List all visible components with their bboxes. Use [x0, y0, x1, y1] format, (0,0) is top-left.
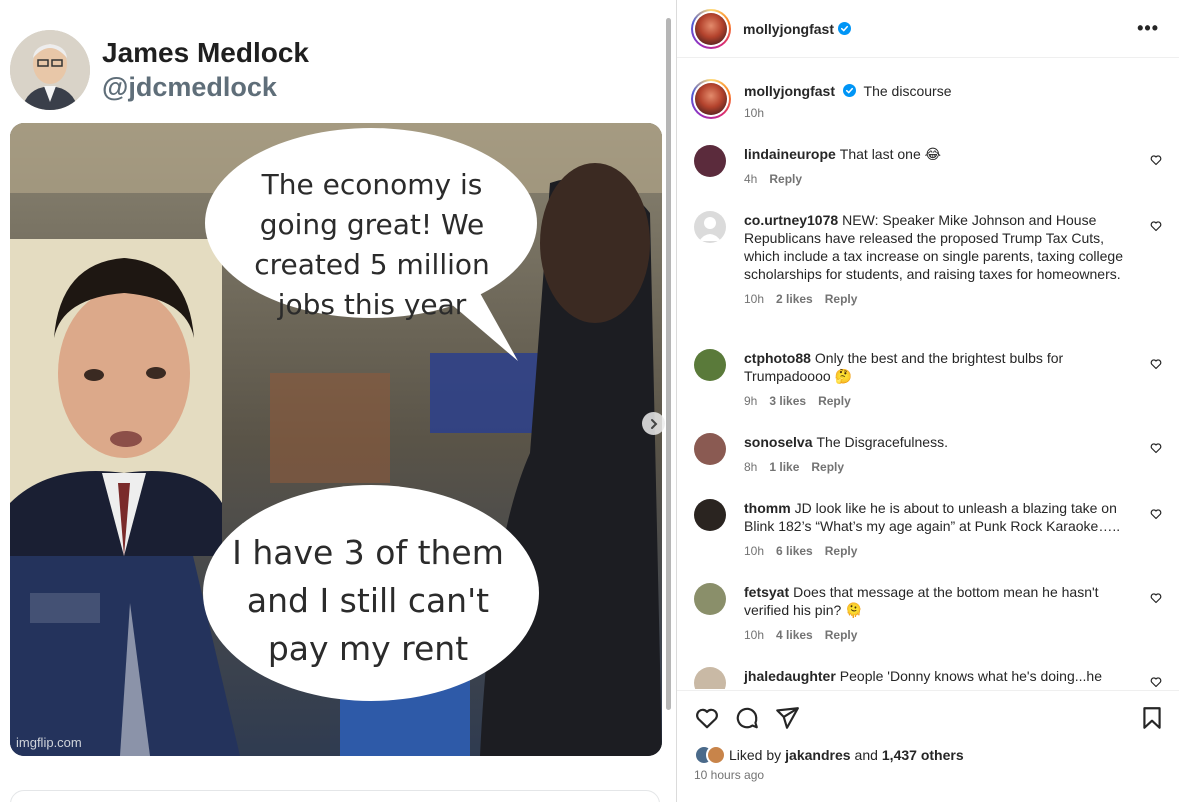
comment-likes[interactable]: 6 likes [776, 544, 813, 558]
comment-time: 8h [744, 460, 758, 474]
comments-list[interactable]: mollyjongfast The discourse 10h lindaine… [677, 59, 1179, 689]
comment-username[interactable]: lindaineurope [744, 146, 836, 162]
media-scrollbar[interactable] [666, 18, 671, 710]
comments-panel: mollyjongfast ••• mollyjongfast The disc… [676, 0, 1179, 802]
comment-time: 9h [744, 394, 758, 408]
comment-likes[interactable]: 1 like [769, 460, 799, 474]
reply-button[interactable]: Reply [818, 394, 851, 408]
meme-image: The economy is going great! We created 5… [10, 123, 662, 756]
caption-username[interactable]: mollyjongfast [744, 83, 835, 99]
post-actions: Liked by jakandres and 1,437 others 10 h… [677, 690, 1179, 802]
post-timestamp: 10 hours ago [694, 768, 765, 782]
comment-text: JD look like he is about to unleash a bl… [744, 500, 1121, 534]
comment-icon[interactable] [734, 705, 760, 731]
comment-likes[interactable]: 3 likes [769, 394, 806, 408]
caption-avatar[interactable] [691, 79, 731, 119]
comment-time: 10h [744, 544, 765, 558]
comment-text: That last one 😂 [839, 146, 941, 162]
reply-button[interactable]: Reply [825, 292, 858, 306]
comment-avatar[interactable] [694, 433, 726, 465]
next-media-button[interactable] [642, 412, 665, 435]
comment-text: People 'Donny knows what he's doing...he [839, 668, 1102, 684]
comment-like-icon[interactable] [1150, 592, 1162, 604]
comment-time: 10h [744, 628, 765, 642]
author-username[interactable]: mollyjongfast [743, 21, 834, 37]
comment-like-icon[interactable] [1150, 676, 1162, 688]
verified-badge-icon [842, 84, 856, 97]
comment-avatar[interactable] [694, 349, 726, 381]
bookmark-icon[interactable] [1139, 705, 1165, 731]
comment-like-icon[interactable] [1150, 358, 1162, 370]
instagram-post-window: James Medlock @jdcmedlock The economy is… [0, 0, 1179, 802]
comment-like-icon[interactable] [1150, 508, 1162, 520]
imgflip-watermark: imgflip.com [16, 735, 82, 750]
heart-icon[interactable] [694, 705, 720, 731]
reply-button[interactable]: Reply [825, 544, 858, 558]
verified-badge-icon [838, 22, 852, 35]
post-header: mollyjongfast ••• [677, 0, 1179, 58]
speech-bubble-top: The economy is going great! We created 5… [254, 168, 490, 321]
comment-avatar[interactable] [694, 145, 726, 177]
comment-likes[interactable]: 2 likes [776, 292, 813, 306]
reply-button[interactable]: Reply [811, 460, 844, 474]
comment-username[interactable]: fetsyat [744, 584, 789, 600]
comment-avatar[interactable] [694, 211, 726, 243]
tweet-card-edge [10, 790, 660, 802]
post-media: James Medlock @jdcmedlock The economy is… [0, 0, 676, 802]
caption-time: 10h [744, 106, 765, 120]
comment-username[interactable]: thomm [744, 500, 791, 516]
liked-by-and: and [854, 747, 878, 763]
comment-like-icon[interactable] [1150, 442, 1162, 454]
tweet-header: James Medlock @jdcmedlock [10, 30, 309, 110]
comment-username[interactable]: ctphoto88 [744, 350, 811, 366]
comment-username[interactable]: sonoselva [744, 434, 812, 450]
reply-button[interactable]: Reply [825, 628, 858, 642]
comment-avatar[interactable] [694, 667, 726, 689]
comment-like-icon[interactable] [1150, 154, 1162, 166]
liked-by-others[interactable]: 1,437 others [882, 747, 964, 763]
speech-bubble-bottom: I have 3 of them and I still can't pay m… [232, 533, 504, 668]
comment-time: 4h [744, 172, 758, 186]
tweet-author-name: James Medlock [102, 37, 309, 68]
more-horizontal-icon: ••• [1137, 18, 1159, 38]
tweet-author-handle: @jdcmedlock [102, 72, 277, 102]
liked-by-user[interactable]: jakandres [785, 747, 850, 763]
comment-text: The Disgracefulness. [816, 434, 948, 450]
comment-avatar[interactable] [694, 583, 726, 615]
reply-button[interactable]: Reply [769, 172, 802, 186]
tweet-author-avatar [10, 30, 90, 110]
comment-likes[interactable]: 4 likes [776, 628, 813, 642]
comment-avatar[interactable] [694, 499, 726, 531]
comment-username[interactable]: co.urtney1078 [744, 212, 838, 228]
author-avatar[interactable] [691, 8, 731, 49]
caption-text: The discourse [863, 83, 952, 99]
comment-username[interactable]: jhaledaughter [744, 668, 836, 684]
default-avatar-icon [699, 217, 721, 241]
liker-avatar [706, 745, 726, 765]
liked-by-prefix: Liked by [729, 747, 782, 763]
more-options-button[interactable]: ••• [1137, 18, 1159, 39]
send-icon[interactable] [774, 705, 800, 731]
comment-time: 10h [744, 292, 765, 306]
likes-summary: Liked by jakandres and 1,437 others [694, 745, 964, 765]
chevron-right-icon [650, 418, 657, 429]
comment-like-icon[interactable] [1150, 220, 1162, 232]
comment-text: Does that message at the bottom mean he … [744, 584, 1099, 618]
